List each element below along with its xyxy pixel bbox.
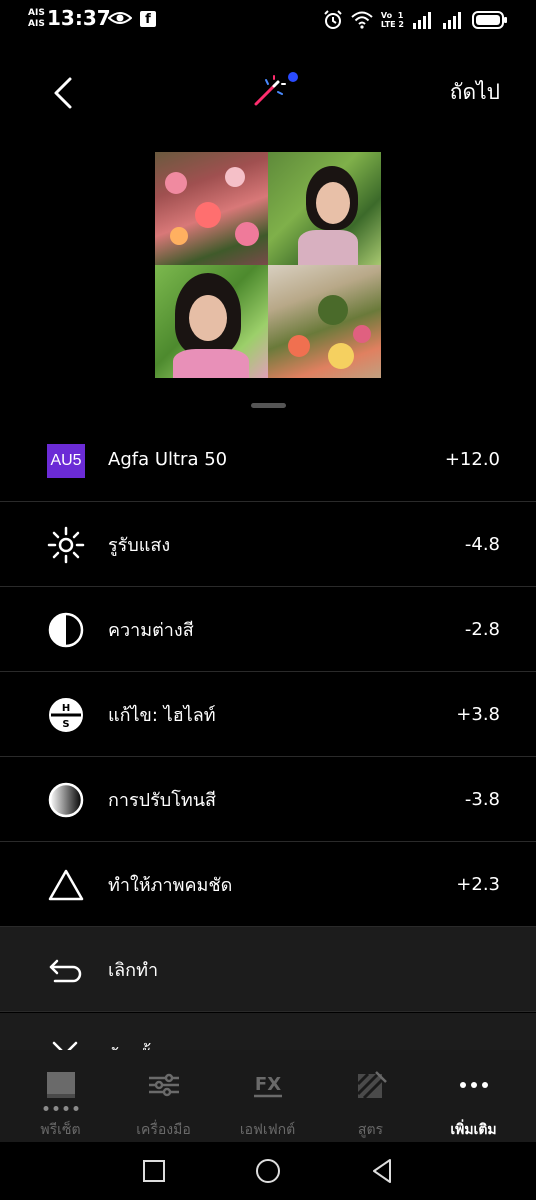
contrast-icon (48, 612, 84, 648)
photo-tile-flowers (155, 152, 268, 265)
adjustment-row-tone[interactable]: การปรับโทนสี -3.8 (0, 757, 536, 842)
adjustment-label: ทำให้ภาพคมชัด (108, 874, 233, 896)
battery-icon (472, 11, 507, 29)
circle-icon (256, 1159, 280, 1183)
sliders-icon (148, 1073, 179, 1097)
nav-label: เพิ่มเติม (450, 1122, 497, 1138)
home-button[interactable] (253, 1156, 283, 1186)
adjustment-list: AU5 Agfa Ultra 50 +12.0 รูรับแสง -4.8 คว… (0, 418, 536, 1012)
sun-icon (47, 526, 85, 564)
presets-icon (46, 1072, 75, 1098)
adjustment-value: +2.3 (456, 873, 500, 895)
nav-label: สูตร (357, 1122, 384, 1138)
facebook-icon: f (140, 11, 156, 27)
svg-text:FX: FX (254, 1074, 280, 1095)
recipes-icon (356, 1071, 387, 1100)
adjustment-label: รูรับแสง (108, 534, 171, 556)
clear-all-label: ล้างทั้งหมด (108, 1041, 194, 1050)
bottom-nav: พรีเซ็ต เครื่องมือ FX เอฟเฟกต์ สูตร เพิ่… (0, 1050, 536, 1142)
photo-tile-portrait-2 (155, 265, 268, 378)
tone-icon (48, 782, 84, 818)
highlights-icon: H S (49, 698, 83, 732)
recents-button[interactable] (139, 1156, 169, 1186)
nav-recipes[interactable]: สูตร (317, 1050, 424, 1142)
presets-page-dots (43, 1106, 78, 1111)
adjustment-row-contrast[interactable]: ความต่างสี -2.8 (0, 587, 536, 672)
svg-text:H: H (62, 703, 70, 714)
carrier-labels: AIS AIS (28, 8, 45, 30)
square-icon (143, 1160, 165, 1182)
adjustment-label: Agfa Ultra 50 (108, 449, 228, 470)
back-button[interactable] (48, 75, 80, 111)
undo-icon (49, 959, 82, 983)
adjustment-row-preset[interactable]: AU5 Agfa Ultra 50 +12.0 (0, 418, 536, 502)
alarm-icon (324, 10, 342, 29)
nav-more[interactable]: เพิ่มเติม (420, 1050, 527, 1142)
nav-label: พรีเซ็ต (40, 1122, 81, 1138)
adjustment-row-exposure[interactable]: รูรับแสง -4.8 (0, 502, 536, 587)
undo-row[interactable]: เลิกทำ (0, 927, 536, 1012)
photo-tile-shop (268, 265, 381, 378)
adjustment-value: +12.0 (444, 449, 500, 470)
back-system-button[interactable] (367, 1156, 397, 1186)
more-dots-icon (459, 1082, 488, 1088)
nav-effects[interactable]: FX เอฟเฟกต์ (214, 1050, 321, 1142)
adjustment-value: +3.8 (456, 703, 500, 725)
preset-badge: AU5 (47, 444, 85, 478)
status-bar: AIS AIS 13:37 f Vo 1 LTE 2 (0, 0, 536, 40)
volte-indicator: Vo 1 LTE 2 (380, 11, 404, 29)
nav-presets[interactable]: พรีเซ็ต (7, 1050, 114, 1142)
sharpen-triangle-icon (48, 869, 84, 901)
fx-icon: FX (253, 1074, 282, 1098)
adjustment-row-sharpen[interactable]: ทำให้ภาพคมชัด +2.3 (0, 842, 536, 927)
adjustment-row-highlights[interactable]: H S แก้ไข: ไฮไลท์ +3.8 (0, 672, 536, 757)
system-nav-bar (0, 1142, 536, 1200)
eye-icon (108, 12, 132, 24)
adjustment-value: -3.8 (464, 788, 500, 810)
undo-label: เลิกทำ (108, 959, 159, 981)
photo-tile-portrait-1 (268, 152, 381, 265)
adjustment-label: แก้ไข: ไฮไลท์ (108, 704, 216, 726)
adjustment-value: -2.8 (464, 618, 500, 640)
nav-tools[interactable]: เครื่องมือ (110, 1050, 217, 1142)
drag-handle[interactable] (251, 403, 286, 408)
adjustment-value: -4.8 (464, 533, 500, 555)
status-time: 13:37 (47, 6, 111, 30)
next-button[interactable]: ถัดไป (450, 76, 500, 109)
magic-wand-icon[interactable] (252, 70, 300, 110)
nav-label: เอฟเฟกต์ (239, 1122, 296, 1138)
nav-label: เครื่องมือ (136, 1122, 191, 1138)
adjustment-label: ความต่างสี (108, 619, 194, 641)
triangle-back-icon (373, 1159, 391, 1183)
photo-preview[interactable] (155, 152, 381, 378)
clear-all-row[interactable]: ล้างทั้งหมด (0, 1013, 536, 1050)
carrier-1: AIS (28, 8, 45, 18)
adjustment-label: การปรับโทนสี (108, 789, 217, 811)
close-icon (52, 1041, 78, 1050)
wifi-icon (351, 11, 373, 29)
signal-icon-2 (443, 12, 461, 29)
signal-icon-1 (413, 12, 431, 29)
svg-text:S: S (62, 719, 69, 730)
carrier-2: AIS (28, 19, 45, 29)
